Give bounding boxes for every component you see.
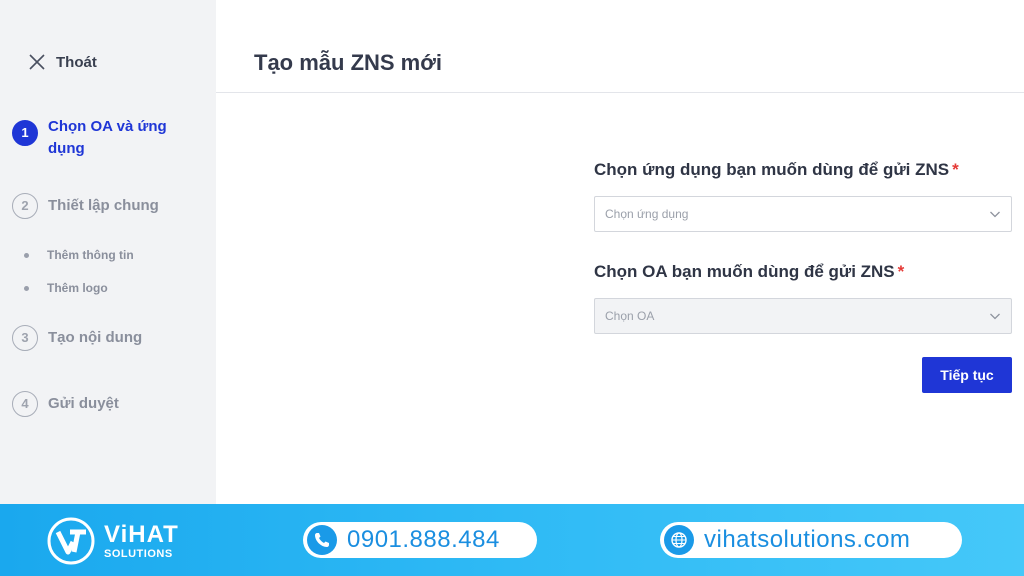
website-pill[interactable]: vihatsolutions.com [660,522,962,558]
website-url: vihatsolutions.com [704,526,911,553]
step-4-number: 4 [12,391,38,417]
required-mark: * [952,160,959,179]
vihat-logo-icon [47,517,95,565]
brand-name: ViHAT [104,521,179,548]
sidebar: Thoát 1 Chọn OA và ứng dụng 2 Thiết lập … [0,0,216,504]
step-2[interactable]: 2 Thiết lập chung [12,193,188,219]
oa-field-label: Chọn OA bạn muốn dùng để gửi ZNS * [594,262,1012,286]
step-3-number: 3 [12,325,38,351]
page-title: Tạo mẫu ZNS mới [254,50,442,75]
substep-add-logo[interactable]: Thêm logo [24,281,108,295]
step-3[interactable]: 3 Tạo nội dung [12,325,188,351]
step-2-label: Thiết lập chung [48,197,159,214]
brand: ViHAT SOLUTIONS [46,516,179,566]
step-1-number: 1 [12,120,38,146]
phone-number: 0901.888.484 [347,526,500,553]
app-field-label-text: Chọn ứng dụng bạn muốn dùng để gửi ZNS [594,160,950,179]
zns-form: Chọn ứng dụng bạn muốn dùng để gửi ZNS * … [594,160,1012,334]
substep-add-info[interactable]: Thêm thông tin [24,248,134,262]
step-3-label: Tạo nội dung [48,329,143,346]
step-1[interactable]: 1 Chọn OA và ứng dụng [12,116,188,160]
substep-add-info-label: Thêm thông tin [47,248,134,262]
oa-field-label-text: Chọn OA bạn muốn dùng để gửi ZNS [594,262,895,281]
globe-icon [664,525,694,555]
step-1-label: Chọn OA và ứng dụng [48,118,167,157]
page-header: Tạo mẫu ZNS mới [216,0,1024,93]
app-select[interactable]: Chọn ứng dụng [594,196,1012,232]
bullet-icon [24,285,29,291]
app-select-placeholder: Chọn ứng dụng [605,207,689,221]
app-field: Chọn ứng dụng bạn muốn dùng để gửi ZNS * … [594,160,1012,232]
oa-field: Chọn OA bạn muốn dùng để gửi ZNS * Chọn O… [594,262,1012,334]
substep-add-logo-label: Thêm logo [47,281,108,295]
exit-button[interactable]: Thoát [28,53,97,71]
footer-banner: ViHAT SOLUTIONS 0901.888.484 vihatsoluti… [0,504,1024,576]
phone-pill[interactable]: 0901.888.484 [303,522,537,558]
next-button[interactable]: Tiếp tục [922,357,1012,393]
required-mark: * [897,262,905,281]
step-2-number: 2 [12,193,38,219]
chevron-down-icon [990,313,1000,320]
exit-label: Thoát [56,53,97,71]
step-4[interactable]: 4 Gửi duyệt [12,391,188,417]
close-icon [29,54,45,70]
bullet-icon [24,252,29,258]
app-field-label: Chọn ứng dụng bạn muốn dùng để gửi ZNS * [594,160,1012,184]
oa-select[interactable]: Chọn OA [594,298,1012,334]
step-4-label: Gửi duyệt [48,395,119,412]
phone-icon [307,525,337,555]
brand-subtitle: SOLUTIONS [104,548,173,560]
oa-select-placeholder: Chọn OA [605,309,655,323]
chevron-down-icon [990,211,1000,218]
